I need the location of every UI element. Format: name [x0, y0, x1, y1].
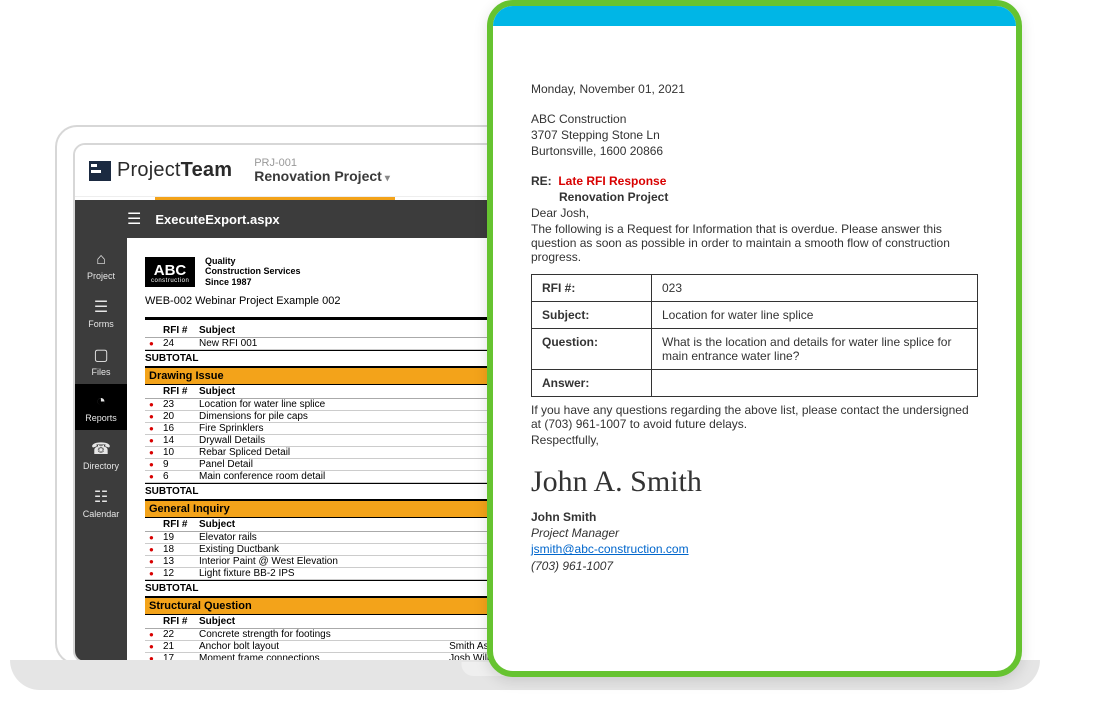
contacts-icon: ☎: [75, 439, 127, 459]
sidebar-item-label: Forms: [88, 319, 114, 329]
letter-paragraph-2: If you have any questions regarding the …: [531, 403, 978, 431]
sidebar-item-label: Directory: [83, 461, 119, 471]
letter-kv-table: RFI #:023 Subject:Location for water lin…: [531, 274, 978, 397]
letter-address: ABC Construction 3707 Stepping Stone Ln …: [531, 112, 978, 158]
sidebar-item-directory[interactable]: ☎ Directory: [75, 430, 127, 478]
sidebar-item-project[interactable]: ⌂ Project: [75, 242, 127, 288]
letter-closing: Respectfully,: [531, 433, 978, 447]
chevron-down-icon: ▾: [385, 173, 390, 184]
report-file-name: ExecuteExport.aspx: [155, 212, 279, 227]
signature-script: John A. Smith: [531, 465, 978, 499]
sidebar: ⌂ Project ☰ Forms ▢ Files ◔ Reports ☎ Directo…: [75, 238, 127, 661]
sidebar-item-reports[interactable]: ◔ Reports: [75, 384, 127, 430]
folder-icon: ▢: [75, 345, 127, 365]
abc-logo: ABC construction: [145, 257, 195, 287]
signer-email[interactable]: jsmith@abc-construction.com: [531, 542, 689, 556]
home-icon: ⌂: [75, 251, 127, 269]
letter-salutation: Dear Josh,: [531, 206, 978, 220]
letter-signature: John A. Smith John Smith Project Manager…: [531, 465, 978, 574]
calendar-icon: ☷: [75, 487, 127, 507]
overlay-letter-card: Monday, November 01, 2021 ABC Constructi…: [487, 0, 1022, 677]
letter-paragraph-1: The following is a Request for Informati…: [531, 222, 978, 264]
sidebar-item-label: Project: [87, 271, 115, 281]
signer-title: Project Manager: [531, 526, 619, 540]
letter-date: Monday, November 01, 2021: [531, 82, 978, 96]
card-accent-bar: [493, 6, 1016, 26]
document-icon: ☰: [75, 297, 127, 317]
gauge-icon: ◔: [75, 393, 127, 411]
sidebar-item-label: Files: [91, 367, 110, 377]
sidebar-item-label: Calendar: [83, 509, 120, 519]
letterhead-text: Quality Construction Services Since 1987: [205, 256, 301, 287]
project-selector[interactable]: PRJ-001 Renovation Project▾: [254, 157, 390, 184]
sidebar-item-forms[interactable]: ☰ Forms: [75, 288, 127, 336]
letter-re: RE: Late RFI Response Renovation Project: [531, 174, 978, 204]
project-name: Renovation Project: [254, 168, 382, 184]
sidebar-item-label: Reports: [85, 413, 117, 423]
hamburger-icon[interactable]: ☰: [127, 209, 141, 229]
signer-phone: (703) 961-1007: [531, 559, 613, 573]
sidebar-item-files[interactable]: ▢ Files: [75, 336, 127, 384]
brand-name: ProjectTeam: [117, 159, 232, 182]
sidebar-item-calendar[interactable]: ☷ Calendar: [75, 478, 127, 526]
signer-name: John Smith: [531, 509, 978, 525]
projectteam-logo-icon: [89, 161, 111, 181]
